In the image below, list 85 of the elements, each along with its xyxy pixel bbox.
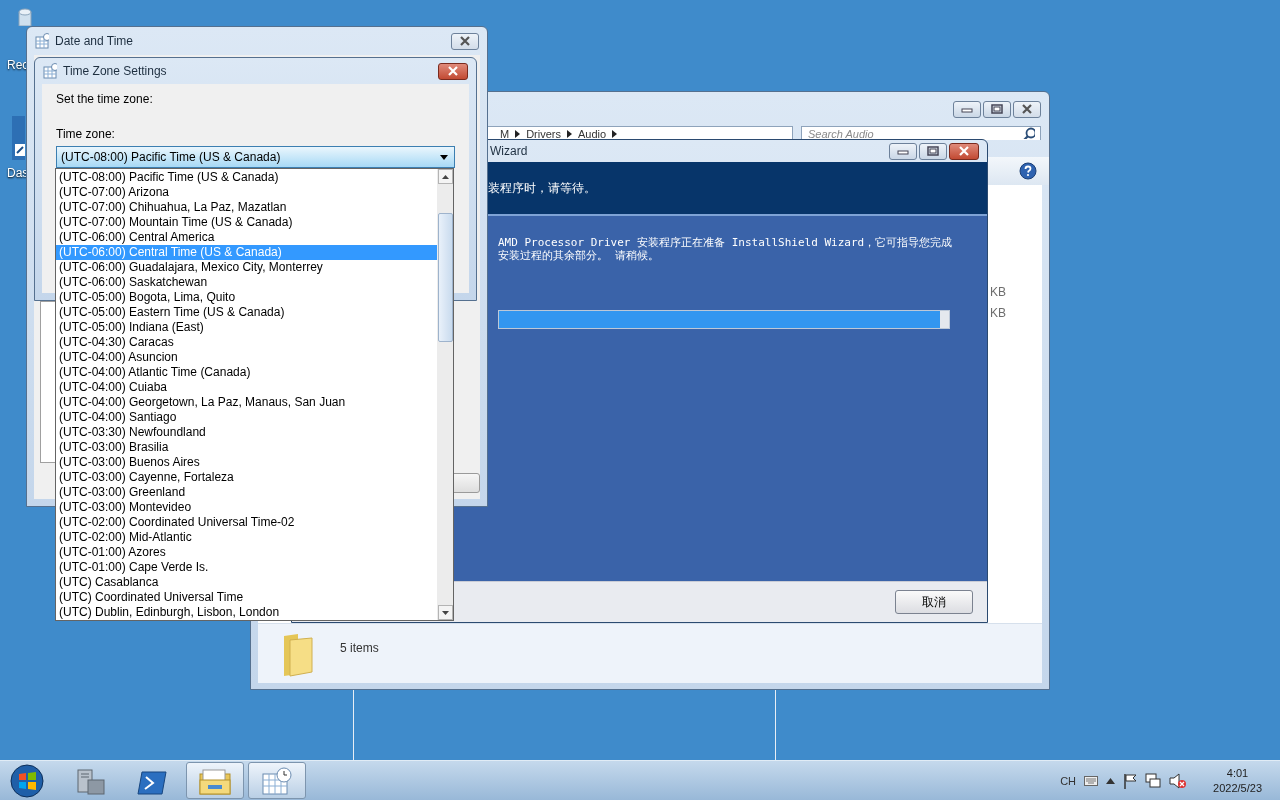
dialog-title: Time Zone Settings	[63, 64, 168, 78]
help-icon[interactable]	[1019, 162, 1037, 180]
taskbar-button[interactable]	[248, 762, 306, 799]
scroll-up-button[interactable]	[437, 169, 453, 184]
maximize-icon[interactable]	[990, 103, 1004, 115]
dropdown-option[interactable]: (UTC-04:00) Georgetown, La Paz, Manaus, San Juan	[56, 395, 437, 410]
scrollbar[interactable]	[437, 169, 453, 620]
scroll-thumb[interactable]	[438, 213, 453, 342]
dropdown-option[interactable]: (UTC-04:30) Caracas	[56, 335, 437, 350]
close-button[interactable]	[438, 62, 468, 80]
chevron-icon[interactable]	[612, 129, 618, 138]
wizard-message: AMD Processor Driver 安装程序正在准备 InstallShield Wizard，它可指导您完成安装过程的其余部分。 请稍候。	[498, 236, 954, 262]
search-field[interactable]: Search Audio	[801, 126, 1041, 140]
dropdown-option[interactable]: (UTC-04:00) Santiago	[56, 410, 437, 425]
window-title: Date and Time	[55, 34, 135, 48]
clock[interactable]: 4:01 2022/5/23	[1213, 765, 1262, 796]
calendar-clock-icon[interactable]	[260, 765, 294, 796]
close-icon[interactable]	[458, 35, 472, 47]
time-zone-dropdown[interactable]: (UTC-08:00) Pacific Time (US & Canada)	[56, 146, 455, 168]
shortcut-icon[interactable]	[11, 116, 25, 160]
dropdown-option[interactable]: (UTC-04:00) Cuiaba	[56, 380, 437, 395]
chevron-icon[interactable]	[515, 129, 521, 138]
file-size: KB	[990, 285, 1006, 299]
dropdown-option[interactable]: (UTC-03:00) Cayenne, Fortaleza	[56, 470, 437, 485]
dropdown-option[interactable]: (UTC-05:00) Bogota, Lima, Quito	[56, 290, 437, 305]
calendar-icon	[35, 33, 49, 49]
field-label: Time zone:	[56, 127, 116, 141]
dropdown-option[interactable]: (UTC-01:00) Cape Verde Is.	[56, 560, 437, 575]
breadcrumb-item[interactable]: M	[500, 127, 510, 140]
item-count: 5 items	[340, 641, 379, 655]
dropdown-option[interactable]: (UTC-06:00) Central America	[56, 230, 437, 245]
maximize-icon[interactable]	[926, 145, 940, 157]
dropdown-option[interactable]: (UTC-02:00) Mid-Atlantic	[56, 530, 437, 545]
dropdown-option[interactable]: (UTC-07:00) Arizona	[56, 185, 437, 200]
caret-icon[interactable]	[440, 154, 448, 160]
close-button[interactable]	[949, 142, 979, 160]
dropdown-option[interactable]: (UTC-03:30) Newfoundland	[56, 425, 437, 440]
close-icon[interactable]	[1020, 103, 1034, 115]
up-arrow-icon[interactable]	[441, 174, 449, 179]
network-icon[interactable]	[1145, 772, 1162, 789]
dropdown-option[interactable]: (UTC-03:00) Greenland	[56, 485, 437, 500]
window-title: Wizard	[490, 144, 529, 158]
taskbar-button[interactable]	[186, 762, 244, 799]
cancel-button[interactable]: 取消	[895, 590, 973, 614]
dropdown-option[interactable]: (UTC-03:00) Brasilia	[56, 440, 437, 455]
dropdown-option[interactable]: (UTC-02:00) Coordinated Universal Time-02	[56, 515, 437, 530]
dropdown-option[interactable]: (UTC-06:00) Guadalajara, Mexico City, Monterrey	[56, 260, 437, 275]
dropdown-option[interactable]: (UTC-03:00) Montevideo	[56, 500, 437, 515]
minimize-button[interactable]	[953, 100, 981, 118]
show-hidden-icons-button[interactable]	[1106, 777, 1116, 784]
calendar-icon	[43, 63, 57, 79]
windows-logo-icon[interactable]	[9, 762, 45, 799]
maximize-button[interactable]	[919, 142, 947, 160]
minimize-button[interactable]	[889, 142, 917, 160]
dropdown-option[interactable]: (UTC-03:00) Buenos Aires	[56, 455, 437, 470]
language-indicator[interactable]: CH	[1060, 774, 1077, 787]
dropdown-option[interactable]: (UTC-04:00) Atlantic Time (Canada)	[56, 365, 437, 380]
recycle-bin-icon[interactable]	[18, 8, 32, 26]
breadcrumb-item[interactable]: Audio	[578, 127, 607, 140]
close-button[interactable]	[1013, 100, 1041, 118]
dropdown-option[interactable]: (UTC-08:00) Pacific Time (US & Canada)	[56, 170, 437, 185]
speaker-muted-icon[interactable]	[1169, 772, 1188, 789]
file-size: KB	[990, 306, 1006, 320]
dropdown-option[interactable]: (UTC-01:00) Azores	[56, 545, 437, 560]
flag-icon[interactable]	[1123, 772, 1138, 789]
dropdown-option[interactable]: (UTC-05:00) Indiana (East)	[56, 320, 437, 335]
desktop-icon-label[interactable]: Das	[7, 166, 29, 180]
dropdown-option[interactable]: (UTC-06:00) Saskatchewan	[56, 275, 437, 290]
keyboard-icon[interactable]	[1084, 775, 1099, 786]
scroll-down-button[interactable]	[437, 605, 453, 620]
dropdown-option[interactable]: (UTC-07:00) Chihuahua, La Paz, Mazatlan	[56, 200, 437, 215]
chevron-icon[interactable]	[567, 129, 572, 138]
header-text: 装程序时，请等待。	[488, 179, 596, 197]
down-arrow-icon[interactable]	[441, 610, 449, 615]
dropdown-option[interactable]: (UTC) Casablanca	[56, 575, 437, 590]
dropdown-option[interactable]: (UTC) Dublin, Edinburgh, Lisbon, London	[56, 605, 437, 620]
dropdown-option[interactable]: (UTC) Coordinated Universal Time	[56, 590, 437, 605]
dropdown-option[interactable]: (UTC-05:00) Eastern Time (US & Canada)	[56, 305, 437, 320]
search-icon[interactable]	[1023, 127, 1035, 139]
breadcrumb-item[interactable]: Drivers	[526, 127, 561, 140]
prompt-text: Set the time zone:	[56, 92, 154, 106]
dropdown-option[interactable]: (UTC-04:00) Asuncion	[56, 350, 437, 365]
maximize-button[interactable]	[983, 100, 1011, 118]
dropdown-option[interactable]: (UTC-07:00) Mountain Time (US & Canada)	[56, 215, 437, 230]
close-button[interactable]	[451, 32, 479, 50]
